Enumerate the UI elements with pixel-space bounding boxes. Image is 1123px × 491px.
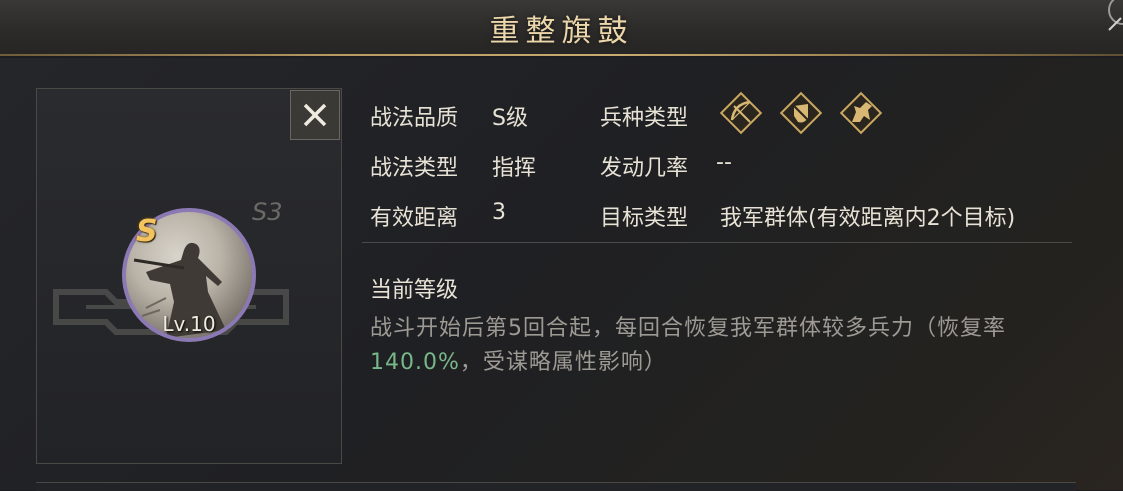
page-title: 重整旗鼓 xyxy=(489,14,634,49)
current-level-title: 当前等级 xyxy=(370,278,459,303)
skill-level: Lv.10 xyxy=(162,312,216,336)
grade-badge: S xyxy=(136,214,158,249)
close-icon xyxy=(303,103,327,127)
type-label: 战法类型 xyxy=(370,156,459,181)
description-text: 战斗开始后第5回合起，每回合恢复我军群体较多兵力（恢复率 xyxy=(370,316,1006,341)
horse-icon xyxy=(839,91,883,135)
range-label: 有效距离 xyxy=(370,206,459,231)
season-tag: S3 xyxy=(252,198,283,226)
skill-description: 战斗开始后第5回合起，每回合恢复我军群体较多兵力（恢复率 140.0%，受谋略属性… xyxy=(370,312,1060,380)
divider xyxy=(362,242,1072,243)
close-button[interactable] xyxy=(290,90,340,140)
type-value: 指挥 xyxy=(492,156,537,181)
bow-icon xyxy=(719,91,763,135)
corner-ornament-icon xyxy=(1108,0,1123,31)
recovery-rate: 140.0% xyxy=(370,350,460,375)
quality-value: S级 xyxy=(492,106,528,131)
shield-icon xyxy=(779,91,823,135)
quality-label: 战法品质 xyxy=(370,106,459,131)
target-type-value: 我军群体(有效距离内2个目标) xyxy=(720,206,1016,231)
range-value: 3 xyxy=(492,200,506,225)
target-type-label: 目标类型 xyxy=(600,206,689,231)
trigger-rate-value: -- xyxy=(716,150,732,175)
trigger-rate-label: 发动几率 xyxy=(600,156,689,181)
description-text-end: ，受谋略属性影响） xyxy=(459,350,667,375)
troop-type-label: 兵种类型 xyxy=(600,106,689,131)
